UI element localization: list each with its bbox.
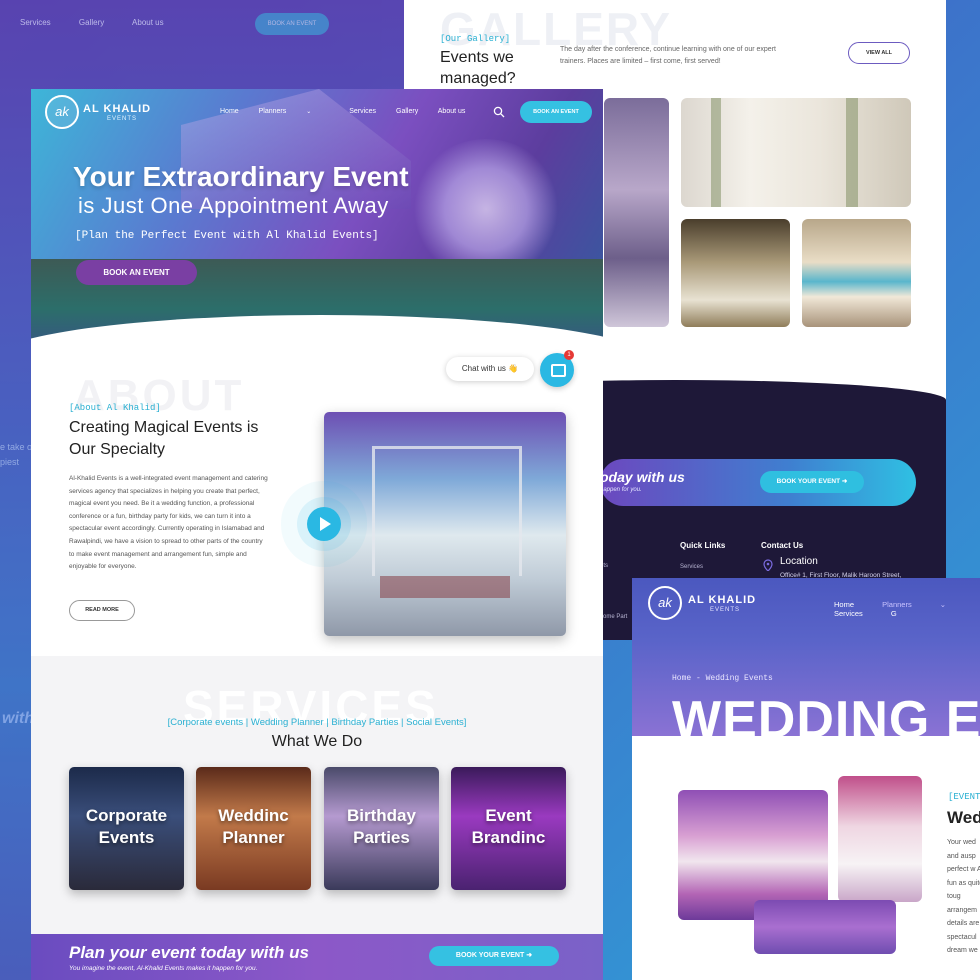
gallery-photo-drapes[interactable] bbox=[802, 219, 911, 327]
cta-book-button[interactable]: BOOK YOUR EVENT ➜ bbox=[429, 946, 559, 966]
service-card-corporate[interactable]: Corporate Events bbox=[69, 767, 184, 890]
chevron-down-icon: ⌄ bbox=[306, 109, 312, 115]
read-more-button[interactable]: READ MORE bbox=[69, 600, 135, 621]
logo-icon[interactable]: ak bbox=[45, 95, 79, 129]
about-ghost-title: ABOUT bbox=[73, 371, 245, 420]
wedding-text: Your wed and ausp perfect w As fun as qu… bbox=[947, 839, 980, 954]
main-page: ak AL KHALID EVENTS Home Planners ⌄ Serv… bbox=[31, 89, 603, 980]
location-pin-icon bbox=[763, 559, 773, 571]
cta-subtitle: You imagine the event, Al-Khalid Events … bbox=[69, 965, 258, 972]
hero-book-button[interactable]: BOOK AN EVENT bbox=[76, 260, 197, 285]
wedding-logo-icon[interactable]: ak bbox=[648, 586, 682, 620]
main-nav: Home Planners ⌄ Services Gallery About u… bbox=[220, 108, 483, 115]
hero-title: Your Extraordinary Event bbox=[73, 161, 409, 192]
gallery-cta-button[interactable]: BOOK YOUR EVENT ➜ bbox=[760, 471, 864, 493]
search-icon[interactable] bbox=[493, 106, 505, 118]
gallery-cta-sub: happen for you. bbox=[600, 487, 642, 493]
wedding-photo-flowers[interactable] bbox=[838, 776, 922, 902]
services-section: SERVICES [Corporate events | Wedding Pla… bbox=[31, 656, 603, 934]
wedding-nav-cut[interactable]: G bbox=[891, 609, 897, 618]
wedding-nav: Home Planners ⌄ Services G bbox=[834, 600, 980, 618]
about-video-thumbnail[interactable] bbox=[324, 412, 566, 636]
nav-home[interactable]: Home bbox=[220, 108, 239, 115]
nav-planners-label: Planners bbox=[258, 108, 287, 115]
hero-subtitle: is Just One Appointment Away bbox=[78, 193, 389, 218]
bg-cta-fragment: with bbox=[2, 710, 34, 727]
cta-title: Plan your event today with us bbox=[69, 943, 309, 962]
services-tag: [Corporate events | Wedding Planner | Bi… bbox=[167, 717, 467, 728]
service-card-birthday[interactable]: Birthday Parties bbox=[324, 767, 439, 890]
wedding-page: ak AL KHALID EVENTS Home Planners ⌄ Serv… bbox=[632, 578, 980, 980]
wedding-heading: Wed bbox=[947, 808, 980, 827]
gallery-photo-curtains[interactable] bbox=[681, 98, 911, 207]
wedding-nav-planners-label: Planners bbox=[882, 600, 912, 609]
chat-badge: 1 bbox=[564, 350, 574, 360]
contact-heading: Contact Us bbox=[761, 541, 804, 550]
wedding-nav-planners[interactable]: Planners ⌄ bbox=[882, 600, 946, 609]
nav-about[interactable]: About us bbox=[438, 108, 466, 115]
service-card-label: Birthday Parties bbox=[347, 806, 416, 847]
play-icon[interactable] bbox=[307, 507, 341, 541]
service-card-label: Weddinc Planner bbox=[218, 806, 289, 847]
footer-cut-item[interactable]: come Part bbox=[600, 614, 627, 620]
wedding-tag: [EVENT bbox=[948, 792, 980, 802]
quick-link-services[interactable]: Services bbox=[680, 564, 703, 570]
hero-tagline: [Plan the Perfect Event with Al Khalid E… bbox=[75, 230, 379, 242]
bg-nav-about[interactable]: About us bbox=[132, 18, 164, 27]
view-all-button[interactable]: VIEW ALL bbox=[848, 42, 910, 64]
about-heading: Creating Magical Events is Our Specialty bbox=[69, 419, 259, 458]
gallery-title: Events we managed? bbox=[440, 49, 516, 87]
hero-section: ak AL KHALID EVENTS Home Planners ⌄ Serv… bbox=[31, 89, 603, 355]
quick-links-heading: Quick Links bbox=[680, 541, 726, 550]
wedding-nav-home[interactable]: Home bbox=[834, 600, 854, 609]
bg-nav-gallery[interactable]: Gallery bbox=[79, 18, 104, 27]
wedding-breadcrumb: Home - Wedding Events bbox=[672, 674, 773, 683]
chat-with-us-bubble[interactable]: Chat with us 👋 bbox=[446, 357, 534, 381]
about-text: Al-Khalid Events is a well-integrated ev… bbox=[69, 475, 268, 571]
wedding-brand-sub: EVENTS bbox=[710, 607, 741, 613]
wedding-hero: ak AL KHALID EVENTS Home Planners ⌄ Serv… bbox=[632, 578, 980, 749]
hero-balloons-graphic bbox=[411, 139, 561, 279]
location-label: Location bbox=[780, 556, 818, 567]
brand-name: AL KHALID bbox=[83, 103, 152, 115]
service-card-label: Event Brandinc bbox=[471, 806, 546, 847]
wedding-big-title: WEDDING E bbox=[672, 691, 980, 749]
wedding-photo-tables[interactable] bbox=[754, 900, 896, 954]
rug-graphic bbox=[380, 576, 510, 598]
services-heading: What We Do bbox=[271, 733, 363, 750]
about-tag: [About Al Khalid] bbox=[69, 403, 161, 413]
gallery-tag: [Our Gallery] bbox=[440, 34, 511, 44]
background-nav: Services Gallery About us bbox=[20, 18, 190, 27]
cta-banner: Plan your event today with us You imagin… bbox=[31, 934, 603, 980]
gallery-cta-banner: oday with us happen for you. BOOK YOUR E… bbox=[600, 459, 916, 506]
arch-graphic bbox=[372, 446, 522, 576]
service-card-branding[interactable]: Event Brandinc bbox=[451, 767, 566, 890]
brand-sub: EVENTS bbox=[107, 116, 138, 122]
nav-gallery[interactable]: Gallery bbox=[396, 108, 418, 115]
service-card-label: Corporate Events bbox=[85, 806, 168, 847]
wedding-nav-services[interactable]: Services bbox=[834, 609, 863, 618]
service-card-wedding[interactable]: Weddinc Planner bbox=[196, 767, 311, 890]
gallery-cta-title: oday with us bbox=[600, 469, 685, 485]
gallery-cta-button-label: BOOK YOUR EVENT bbox=[776, 478, 841, 485]
gallery-photo-hall[interactable] bbox=[604, 98, 669, 327]
gallery-photo-stage[interactable] bbox=[681, 219, 790, 327]
bg-nav-services[interactable]: Services bbox=[20, 18, 51, 27]
book-event-button[interactable]: BOOK AN EVENT bbox=[520, 101, 592, 123]
mockup-stage: Services Gallery About us BOOK AN EVENT … bbox=[0, 0, 980, 980]
gallery-description: The day after the conference, continue l… bbox=[560, 46, 776, 65]
bg-book-button[interactable]: BOOK AN EVENT bbox=[255, 13, 329, 35]
nav-planners[interactable]: Planners ⌄ bbox=[259, 108, 330, 115]
nav-services[interactable]: Services bbox=[349, 108, 376, 115]
wedding-brand: AL KHALID bbox=[688, 594, 757, 606]
